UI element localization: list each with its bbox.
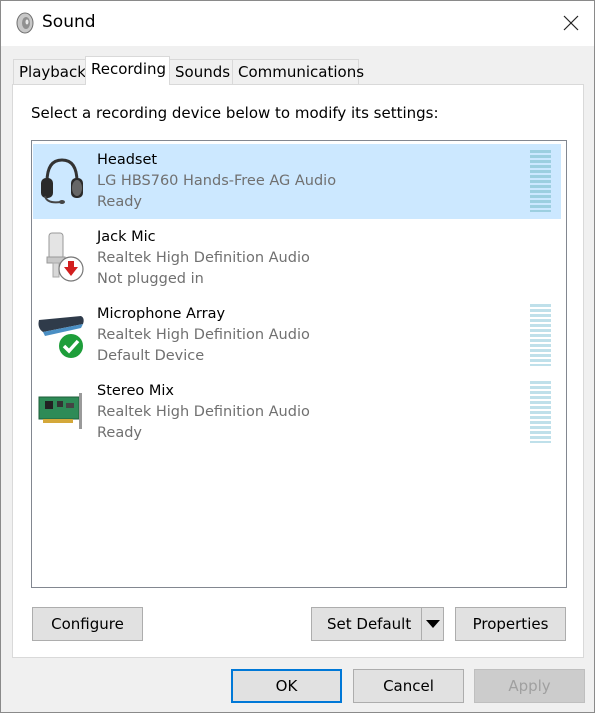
device-name: Headset — [97, 152, 158, 168]
device-status: Not plugged in — [97, 271, 204, 287]
device-driver: LG HBS760 Hands-Free AG Audio — [97, 173, 337, 189]
level-meter — [530, 304, 551, 366]
sound-dialog: Sound Playback Recording Sounds Communic… — [0, 0, 595, 713]
tab-communications[interactable]: Communications — [232, 59, 364, 84]
level-meter — [530, 150, 551, 212]
close-button[interactable] — [548, 1, 594, 46]
microphone-array-default-icon — [37, 306, 87, 360]
device-item-jack-mic[interactable]: Jack Mic Realtek High Definition Audio N… — [33, 221, 561, 296]
level-meter — [530, 381, 551, 443]
properties-button[interactable]: Properties — [455, 607, 566, 641]
set-default-label: Set Default — [327, 615, 412, 633]
device-driver: Realtek High Definition Audio — [97, 327, 310, 343]
device-list[interactable]: Headset LG HBS760 Hands-Free AG Audio Re… — [31, 140, 567, 588]
window-title: Sound — [42, 12, 96, 32]
device-name: Stereo Mix — [97, 383, 174, 399]
close-icon — [563, 15, 579, 31]
tab-sounds[interactable]: Sounds — [169, 59, 233, 84]
cancel-button[interactable]: Cancel — [353, 669, 464, 703]
headset-icon — [37, 152, 87, 206]
recording-panel: Select a recording device below to modif… — [12, 84, 584, 658]
device-name: Jack Mic — [97, 229, 156, 245]
chevron-down-icon — [426, 620, 440, 628]
device-name: Microphone Array — [97, 306, 226, 322]
configure-button[interactable]: Configure — [32, 607, 143, 641]
ok-button[interactable]: OK — [231, 669, 342, 703]
device-status: Ready — [97, 425, 143, 441]
apply-button[interactable]: Apply — [474, 669, 585, 703]
speaker-icon — [15, 12, 35, 34]
device-item-stereo-mix[interactable]: Stereo Mix Realtek High Definition Audio… — [33, 375, 561, 450]
device-driver: Realtek High Definition Audio — [97, 404, 310, 420]
device-item-headset[interactable]: Headset LG HBS760 Hands-Free AG Audio Re… — [33, 144, 561, 219]
set-default-dropdown[interactable] — [421, 608, 443, 640]
set-default-button[interactable]: Set Default — [311, 607, 444, 641]
device-item-microphone-array[interactable]: Microphone Array Realtek High Definition… — [33, 298, 561, 373]
tab-recording[interactable]: Recording — [85, 56, 170, 85]
tab-playback[interactable]: Playback — [13, 59, 86, 84]
device-status: Ready — [97, 194, 143, 210]
microphone-unplugged-icon — [37, 229, 87, 283]
title-bar: Sound — [1, 1, 594, 46]
sound-card-icon — [37, 383, 87, 437]
device-driver: Realtek High Definition Audio — [97, 250, 310, 266]
device-status: Default Device — [97, 348, 205, 364]
instruction-text: Select a recording device below to modif… — [31, 104, 439, 122]
